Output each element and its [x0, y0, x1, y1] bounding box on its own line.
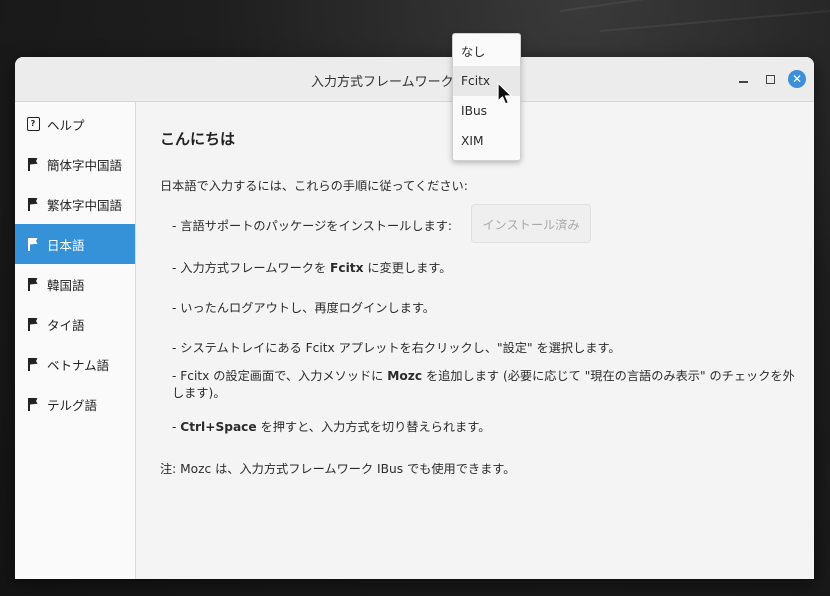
flag-icon: [26, 277, 40, 291]
sidebar-item-label: タイ語: [47, 317, 85, 333]
flag-icon: [26, 157, 40, 171]
sidebar-item-telugu[interactable]: テルグ語: [15, 384, 135, 424]
step-change-framework: - 入力方式フレームワークを Fcitx に変更します。: [172, 261, 452, 275]
step-switch-shortcut: - Ctrl+Space を押すと、入力方式を切り替えられます。: [172, 420, 491, 434]
step-relogin: - いったんログアウトし、再度ログインします。: [172, 301, 435, 315]
sidebar-item-label: テルグ語: [47, 397, 98, 413]
flag-icon: [26, 317, 40, 331]
step-install-packages: - 言語サポートのパッケージをインストールします:: [172, 219, 453, 233]
close-icon[interactable]: ✕: [788, 70, 806, 88]
sidebar-item-label: ヘルプ: [47, 117, 85, 133]
sidebar-item-korean[interactable]: 韓国語: [15, 264, 135, 304]
shortcut-key: Ctrl+Space: [180, 420, 257, 434]
intro-text: 日本語で入力するには、これらの手順に従ってください:: [160, 179, 468, 193]
flag-icon: [26, 357, 40, 371]
sidebar-item-label: 韓国語: [47, 277, 85, 293]
sidebar-item-label: ベトナム語: [47, 357, 110, 373]
instructions-panel: こんにちは 日本語で入力するには、これらの手順に従ってください: - 言語サポー…: [136, 102, 814, 579]
note-text: 注: Mozc は、入力方式フレームワーク IBus でも使用できます。: [160, 462, 516, 476]
minimize-icon[interactable]: [734, 70, 752, 88]
input-method-name: Mozc: [387, 369, 423, 383]
flag-icon: [26, 397, 40, 411]
step-add-mozc: - Fcitx の設定画面で、入力メソッドに Mozc を追加します (必要に応…: [172, 369, 795, 400]
window-title: 入力方式フレームワーク:: [311, 75, 458, 90]
input-method-window: 入力方式フレームワーク: ✕ ? ヘルプ 簡体字中国語 繁体字中国語 日本語 韓…: [15, 57, 814, 579]
sidebar-item-vietnamese[interactable]: ベトナム語: [15, 344, 135, 384]
step-open-settings: - システムトレイにある Fcitx アプレットを右クリックし、"設定" を選択…: [172, 341, 621, 355]
help-icon: ?: [26, 117, 40, 131]
sidebar-item-traditional-chinese[interactable]: 繁体字中国語: [15, 184, 135, 224]
dropdown-option-xim[interactable]: XIM: [453, 126, 520, 156]
sidebar-item-label: 日本語: [47, 237, 85, 253]
maximize-icon[interactable]: [761, 70, 779, 88]
sidebar-item-help[interactable]: ? ヘルプ: [15, 104, 135, 144]
sidebar-item-thai[interactable]: タイ語: [15, 304, 135, 344]
framework-name: Fcitx: [330, 261, 364, 275]
page-title: こんにちは: [160, 130, 236, 148]
sidebar-item-label: 簡体字中国語: [47, 157, 123, 173]
sidebar-item-label: 繁体字中国語: [47, 197, 123, 213]
flag-icon: [26, 197, 40, 211]
title-bar[interactable]: 入力方式フレームワーク: ✕: [15, 57, 814, 102]
language-sidebar: ? ヘルプ 簡体字中国語 繁体字中国語 日本語 韓国語 タイ語 ベトナム語 テル…: [15, 102, 136, 579]
dropdown-option-none[interactable]: なし: [453, 37, 520, 67]
flag-icon: [26, 237, 40, 251]
desktop-wallpaper-line: [599, 7, 830, 32]
sidebar-item-japanese[interactable]: 日本語: [15, 224, 135, 264]
sidebar-item-simplified-chinese[interactable]: 簡体字中国語: [15, 144, 135, 184]
install-button[interactable]: インストール済み: [471, 204, 591, 243]
mouse-pointer-icon: [497, 82, 513, 105]
desktop-wallpaper-line: [559, 0, 830, 12]
